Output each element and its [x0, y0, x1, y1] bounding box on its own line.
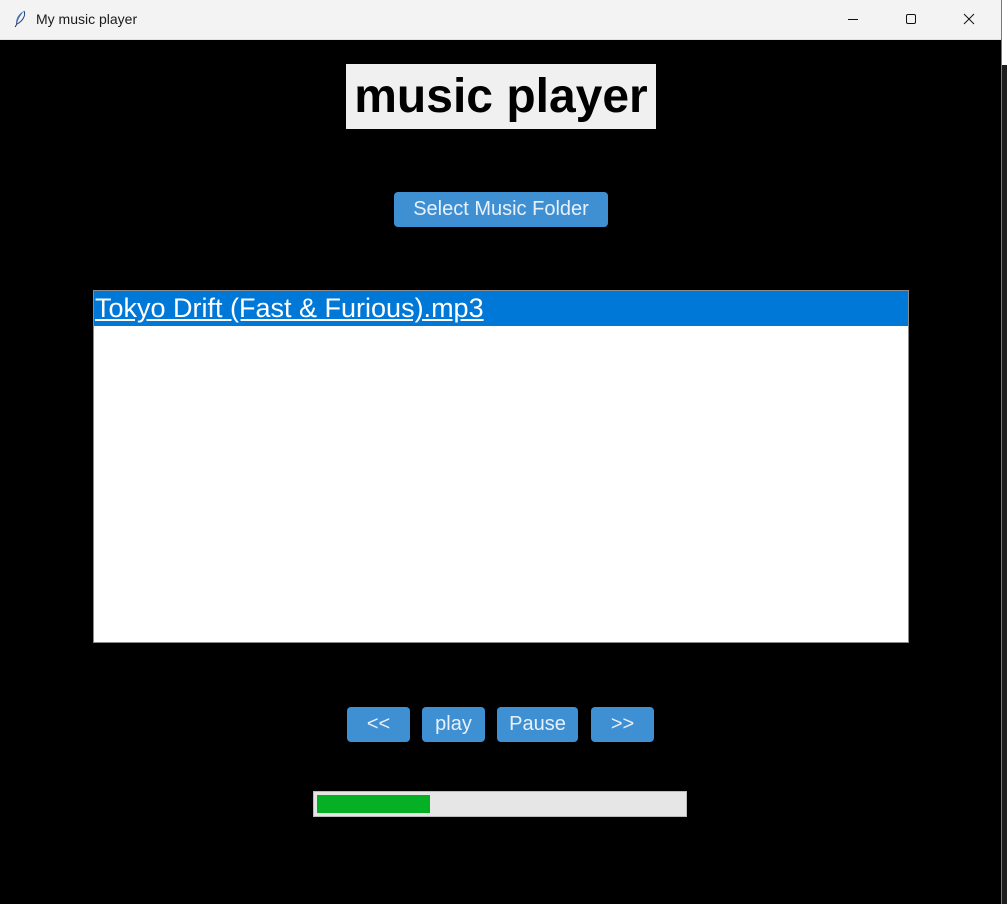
feather-icon: [12, 10, 28, 28]
close-button[interactable]: [941, 0, 999, 39]
minimize-icon: [848, 19, 858, 20]
close-icon: [963, 13, 975, 25]
app-window: My music player music player Select Musi…: [0, 0, 1002, 904]
progress-fill: [317, 795, 430, 813]
progress-bar: [313, 791, 687, 817]
list-item[interactable]: Tokyo Drift (Fast & Furious).mp3: [94, 291, 908, 326]
page-title: music player: [346, 64, 656, 129]
pause-button[interactable]: Pause: [497, 707, 578, 742]
window-title: My music player: [36, 11, 138, 27]
select-music-folder-button[interactable]: Select Music Folder: [394, 192, 608, 227]
maximize-button[interactable]: [883, 0, 941, 39]
playlist-listbox[interactable]: Tokyo Drift (Fast & Furious).mp3: [93, 290, 909, 643]
background-window-edge: [1002, 0, 1007, 65]
maximize-icon: [906, 14, 916, 24]
title-bar[interactable]: My music player: [0, 0, 1001, 40]
minimize-button[interactable]: [825, 0, 883, 39]
previous-button[interactable]: <<: [347, 707, 410, 742]
play-button[interactable]: play: [422, 707, 485, 742]
next-button[interactable]: >>: [591, 707, 654, 742]
background-window-edge: [1002, 65, 1007, 904]
